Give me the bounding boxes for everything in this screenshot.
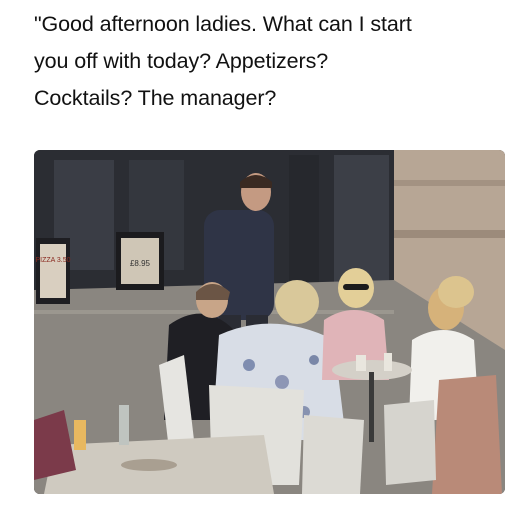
sign-board-right: £8.95 bbox=[116, 232, 164, 290]
caption-line-2: you off with today? Appetizers? bbox=[34, 49, 329, 73]
cafe-photo-scene: PIZZA 3.50 £8.95 bbox=[34, 150, 505, 494]
stone-ledge bbox=[394, 180, 505, 186]
jacket-on-chair bbox=[432, 375, 502, 494]
meme-caption: "Good afternoon ladies. What can I start… bbox=[34, 6, 514, 117]
caption-line-1: "Good afternoon ladies. What can I start bbox=[34, 12, 412, 36]
storefront-pillar bbox=[289, 155, 319, 285]
stone-ledge bbox=[394, 230, 505, 238]
sign-left-text: PIZZA 3.50 bbox=[35, 257, 70, 264]
cafe-photo: PIZZA 3.50 £8.95 bbox=[34, 150, 505, 494]
sign-right-text: £8.95 bbox=[130, 259, 151, 268]
sign-board-left: PIZZA 3.50 bbox=[35, 238, 71, 304]
storefront-window bbox=[334, 155, 389, 285]
caption-line-3: Cocktails? The manager? bbox=[34, 86, 277, 110]
